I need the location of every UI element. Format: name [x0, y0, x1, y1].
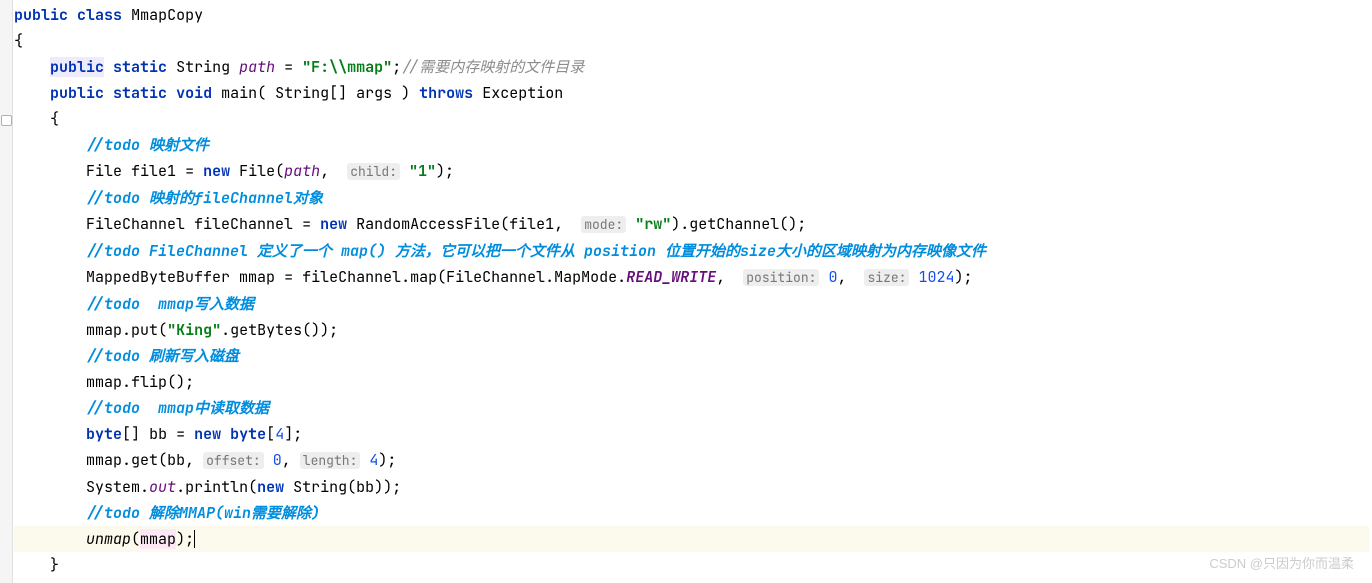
keyword: public: [50, 57, 104, 77]
ctor: File: [239, 161, 275, 181]
keyword: byte: [86, 424, 122, 444]
number: 0: [828, 267, 837, 287]
type: String: [176, 57, 230, 77]
watermark-text: CSDN @只因为你而温柔: [1209, 551, 1354, 577]
number: 4: [275, 424, 284, 444]
keyword: void: [176, 83, 212, 103]
keyword: public: [50, 83, 104, 103]
code-line[interactable]: //todo 映射文件: [14, 132, 1369, 158]
type: MappedByteBuffer: [86, 267, 230, 287]
code-line[interactable]: byte[] bb = new byte[4];: [14, 421, 1369, 447]
string-literal: "King": [167, 320, 221, 340]
code-line[interactable]: {: [14, 106, 1369, 132]
code-editor[interactable]: public class MmapCopy { public static St…: [14, 2, 1369, 578]
code-line[interactable]: public static void main( String[] args )…: [14, 80, 1369, 106]
method-call: put: [131, 320, 158, 340]
method-call: getChannel: [689, 214, 779, 234]
method-call: map: [410, 267, 437, 287]
op: =: [284, 57, 293, 77]
todo-comment: //todo 映射文件: [86, 135, 209, 155]
code-line[interactable]: mmap.flip();: [14, 369, 1369, 395]
params: ( String[] args ): [257, 83, 410, 103]
string-literal: "F:\\mmap": [302, 57, 392, 77]
keyword: new: [320, 214, 347, 234]
method-call: getBytes: [230, 320, 302, 340]
string-literal: "1": [409, 161, 436, 181]
param-hint: offset:: [203, 452, 264, 469]
code-line[interactable]: public static String path = "F:\\mmap";/…: [14, 54, 1369, 80]
class-name: MmapCopy: [131, 5, 203, 25]
static-field: out: [149, 477, 176, 497]
type: File: [86, 161, 122, 181]
var: fileChannel: [194, 214, 293, 234]
keyword: public: [14, 5, 68, 25]
code-line[interactable]: mmap.get(bb, offset: 0, length: 4);: [14, 447, 1369, 474]
code-line[interactable]: //todo FileChannel 定义了一个 map() 方法，它可以把一个…: [14, 238, 1369, 264]
param-hint: length:: [300, 452, 361, 469]
param-hint: position:: [743, 269, 819, 286]
todo-comment: //todo 刷新写入磁盘: [86, 346, 239, 366]
code-line[interactable]: //todo 刷新写入磁盘: [14, 343, 1369, 369]
brace: {: [14, 31, 23, 51]
code-line[interactable]: }: [14, 552, 1369, 578]
keyword: byte: [230, 424, 266, 444]
type: Exception: [482, 83, 563, 103]
todo-comment: //todo 映射的fileChannel对象: [86, 188, 323, 208]
method-name: main: [221, 83, 257, 103]
code-line[interactable]: unmap(mmap);: [14, 526, 1369, 552]
field: path: [239, 57, 275, 77]
text-caret-icon: [194, 530, 195, 548]
constant: READ_WRITE: [626, 267, 716, 287]
keyword: new: [257, 477, 284, 497]
var: file1: [131, 161, 176, 181]
code-line[interactable]: mmap.put("King".getBytes());: [14, 317, 1369, 343]
var: bb: [149, 424, 167, 444]
code-line[interactable]: public class MmapCopy: [14, 2, 1369, 28]
string-literal: "rw": [635, 214, 671, 234]
comment: //需要内存映射的文件目录: [401, 57, 584, 77]
method-call: println: [185, 477, 248, 497]
caret-line-highlight: [14, 526, 1369, 552]
keyword: class: [77, 5, 122, 25]
number: 1024: [919, 267, 955, 287]
field-ref: path: [284, 161, 320, 181]
type: FileChannel: [86, 214, 185, 234]
code-line[interactable]: //todo 映射的fileChannel对象: [14, 185, 1369, 211]
code-line[interactable]: File file1 = new File(path, child: "1");: [14, 158, 1369, 185]
param-hint: size:: [864, 269, 909, 286]
editor-gutter: [0, 0, 13, 583]
brace: {: [50, 109, 59, 129]
number: 0: [273, 450, 282, 470]
todo-comment: //todo FileChannel 定义了一个 map() 方法，它可以把一个…: [86, 241, 986, 261]
var: mmap: [239, 267, 275, 287]
todo-comment: //todo mmap中读取数据: [86, 398, 269, 418]
code-line[interactable]: System.out.println(new String(bb));: [14, 474, 1369, 500]
method-call: flip: [131, 372, 167, 392]
method-call: unmap: [86, 529, 131, 549]
keyword: static: [113, 57, 167, 77]
brace: }: [50, 555, 59, 575]
code-line[interactable]: //todo mmap中读取数据: [14, 395, 1369, 421]
code-line[interactable]: //todo 解除MMAP(win需要解除): [14, 500, 1369, 526]
ctor: String: [293, 477, 347, 497]
keyword: throws: [419, 83, 473, 103]
code-line[interactable]: MappedByteBuffer mmap = fileChannel.map(…: [14, 264, 1369, 291]
code-line[interactable]: //todo mmap写入数据: [14, 291, 1369, 317]
keyword: new: [203, 161, 230, 181]
code-line[interactable]: {: [14, 28, 1369, 54]
gutter-mark-icon[interactable]: [1, 115, 12, 126]
keyword: static: [113, 83, 167, 103]
semi: ;: [392, 57, 401, 77]
code-line[interactable]: FileChannel fileChannel = new RandomAcce…: [14, 211, 1369, 238]
keyword: new: [194, 424, 221, 444]
todo-comment: //todo 解除MMAP(win需要解除): [86, 503, 320, 523]
param-hint: child:: [347, 163, 400, 180]
method-call: get: [131, 450, 158, 470]
todo-comment: //todo mmap写入数据: [86, 294, 254, 314]
ctor: RandomAccessFile: [356, 214, 500, 234]
param-hint: mode:: [581, 216, 626, 233]
